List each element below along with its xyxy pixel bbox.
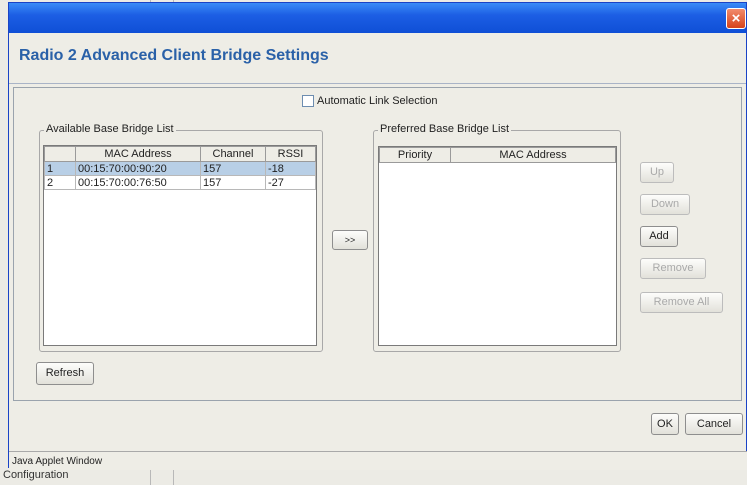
- settings-panel: Automatic Link Selection Available Base …: [13, 87, 742, 401]
- auto-link-checkbox[interactable]: [302, 95, 314, 107]
- row-channel: 157: [200, 175, 266, 190]
- preferred-bridge-list[interactable]: Priority MAC Address: [378, 146, 617, 346]
- auto-link-label: Automatic Link Selection: [317, 95, 438, 107]
- up-button[interactable]: Up: [640, 162, 674, 183]
- add-button[interactable]: Add: [640, 226, 678, 247]
- column-header-rssi[interactable]: RSSI: [265, 146, 316, 162]
- refresh-button[interactable]: Refresh: [36, 362, 94, 385]
- background-label: Configuration: [3, 469, 69, 481]
- row-channel: 157: [200, 161, 266, 176]
- remove-all-button[interactable]: Remove All: [640, 292, 723, 313]
- auto-link-row[interactable]: Automatic Link Selection: [302, 95, 437, 107]
- dialog-window: × Radio 2 Advanced Client Bridge Setting…: [8, 2, 747, 470]
- available-bridge-list[interactable]: MAC Address Channel RSSI 1 00:15:70:00:9…: [43, 145, 317, 346]
- row-mac: 00:15:70:00:76:50: [75, 175, 201, 190]
- down-button[interactable]: Down: [640, 194, 690, 215]
- dialog-header: Radio 2 Advanced Client Bridge Settings: [9, 33, 746, 84]
- status-bar: Java Applet Window: [9, 451, 747, 470]
- row-index: 2: [44, 175, 76, 190]
- table-row[interactable]: 1 00:15:70:00:90:20 157 -18: [44, 161, 316, 176]
- table-row[interactable]: 2 00:15:70:00:76:50 157 -27: [44, 175, 316, 190]
- cancel-button[interactable]: Cancel: [685, 413, 743, 435]
- preferred-bridge-group: Preferred Base Bridge List Priority MAC …: [373, 123, 621, 352]
- column-header-mac[interactable]: MAC Address: [75, 146, 201, 162]
- remove-button[interactable]: Remove: [640, 258, 706, 279]
- close-icon[interactable]: ×: [726, 8, 746, 29]
- column-header-channel[interactable]: Channel: [200, 146, 266, 162]
- row-rssi: -27: [265, 175, 316, 190]
- column-header-index[interactable]: [44, 146, 76, 162]
- row-rssi: -18: [265, 161, 316, 176]
- page-title: Radio 2 Advanced Client Bridge Settings: [19, 47, 329, 64]
- transfer-button[interactable]: >>: [332, 230, 368, 250]
- available-bridge-group: Available Base Bridge List MAC Address C…: [39, 123, 323, 352]
- available-bridge-table: MAC Address Channel RSSI 1 00:15:70:00:9…: [44, 146, 316, 190]
- title-bar[interactable]: ×: [9, 3, 746, 33]
- column-header-mac[interactable]: MAC Address: [450, 147, 616, 163]
- status-text: Java Applet Window: [12, 456, 103, 467]
- preferred-bridge-title: Preferred Base Bridge List: [378, 123, 512, 135]
- available-bridge-title: Available Base Bridge List: [44, 123, 176, 135]
- row-index: 1: [44, 161, 76, 176]
- row-mac: 00:15:70:00:90:20: [75, 161, 201, 176]
- column-header-priority[interactable]: Priority: [379, 147, 451, 163]
- preferred-bridge-table: Priority MAC Address: [379, 147, 616, 163]
- ok-button[interactable]: OK: [651, 413, 679, 435]
